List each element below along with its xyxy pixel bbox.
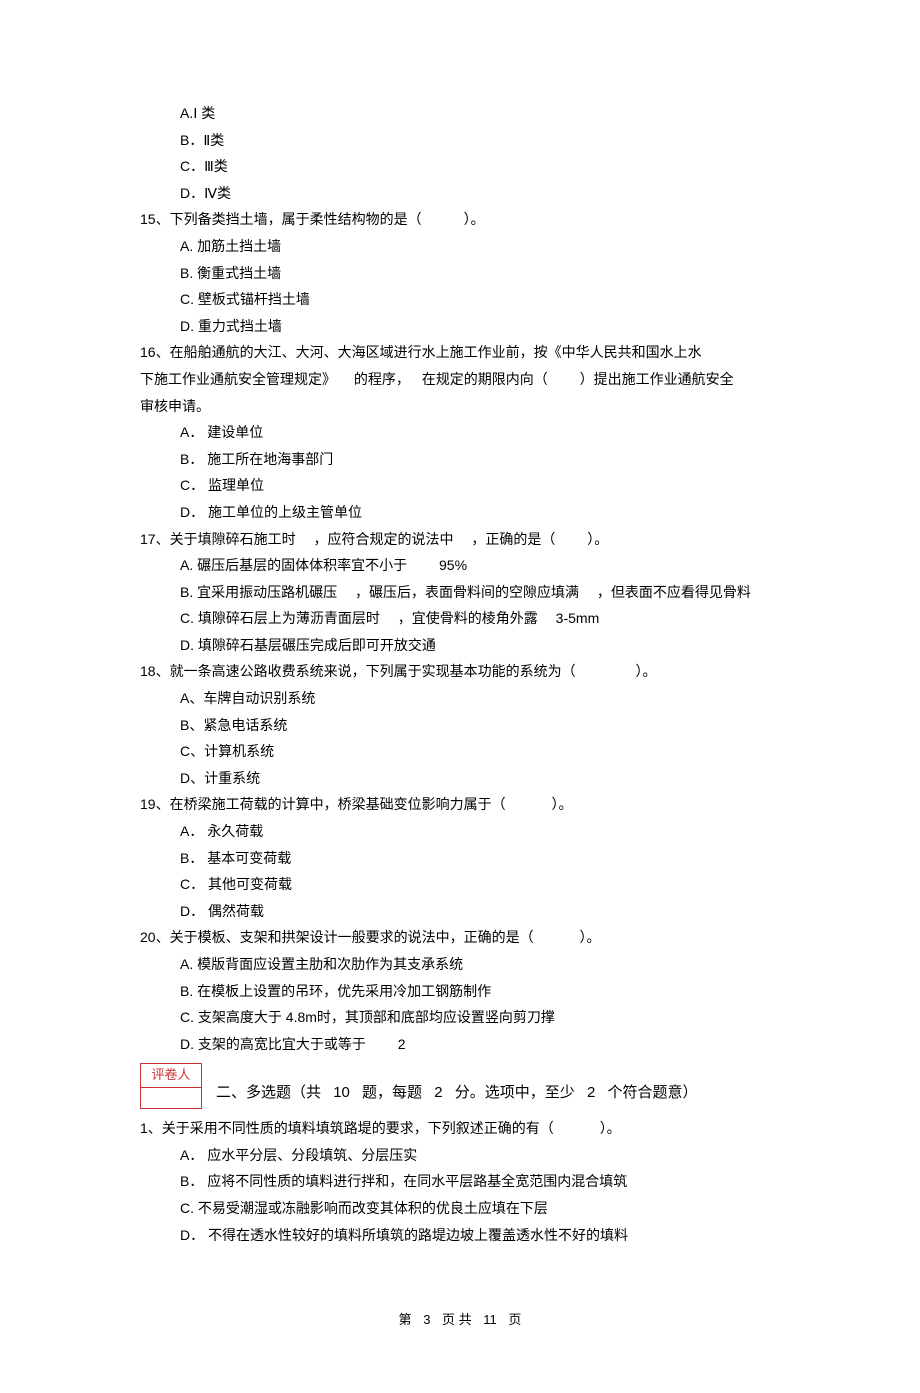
s2q1-opt-c: C. 不易受潮湿或冻融影响而改变其体积的优良土应填在下层 [140,1195,780,1222]
q15-opt-d: D. 重力式挡土墙 [140,313,780,340]
q18-opt-c: C、计算机系统 [140,738,780,765]
q16-line2: 下施工作业通航安全管理规定》 的程序， 在规定的期限内向（ ）提出施工作业通航安… [140,366,780,393]
q20-stem-a: 20、关于模板、支架和拱架设计一般要求的说法中，正确的是（ [140,929,534,945]
s2-c: 题，每题 [362,1084,422,1101]
q19-opt-d: D． 偶然荷载 [140,898,780,925]
section2-header: 评卷人 二、多选题（共 10 题，每题 2 分。选项中，至少 2 个符合题意） [140,1063,780,1109]
q17-b-c: ，但表面不应看得见骨料 [597,584,751,600]
q16-opt-d: D． 施工单位的上级主管单位 [140,499,780,526]
q17-c-a: C. 填隙碎石层上为薄沥青面层时 [180,610,380,626]
q17-stem-d: ）。 [587,531,608,547]
q20-stem-b: ）。 [579,929,600,945]
q20-d-a: D. 支架的高宽比宜大于或等于 [180,1036,366,1052]
q16-opt-b: B． 施工所在地海事部门 [140,446,780,473]
q18-opt-b: B、紧急电话系统 [140,712,780,739]
q19-stem-a: 19、在桥梁施工荷载的计算中，桥梁基础变位影响力属于（ [140,796,506,812]
grader-box: 评卷人 [140,1063,202,1109]
q17-opt-d: D. 填隙碎石基层碾压完成后即可开放交通 [140,632,780,659]
q18-stem-b: ）。 [635,663,656,679]
q20-d-b: 2 [398,1036,406,1052]
q15-stem: 15、下列备类挡土墙，属于柔性结构物的是（ ）。 [140,206,780,233]
q20-stem: 20、关于模板、支架和拱架设计一般要求的说法中，正确的是（ ）。 [140,924,780,951]
q16-line1: 16、在船舶通航的大江、大河、大海区域进行水上施工作业前，按《中华人民共和国水上… [140,339,780,366]
q17-c-b: ，宜使骨料的棱角外露 [398,610,538,626]
q18-stem-a: 18、就一条高速公路收费系统来说，下列属于实现基本功能的系统为（ [140,663,576,679]
s2-f: 2 [587,1084,595,1101]
q16-line3: 审核申请。 [140,393,780,420]
footer-b: 3 [423,1312,430,1327]
s2-b: 10 [333,1084,350,1101]
q15-opt-a: A. 加筋土挡土墙 [140,233,780,260]
q20-opt-c: C. 支架高度大于 4.8m时，其顶部和底部均应设置竖向剪刀撑 [140,1004,780,1031]
q18-opt-a: A、车牌自动识别系统 [140,685,780,712]
q18-opt-d: D、计重系统 [140,765,780,792]
s2q1-stem: 1、关于采用不同性质的填料填筑路堤的要求，下列叙述正确的有（ ）。 [140,1115,780,1142]
q20-opt-d: D. 支架的高宽比宜大于或等于 2 [140,1031,780,1058]
q15-opt-b: B. 衡重式挡土墙 [140,260,780,287]
q20-opt-a: A. 模版背面应设置主肋和次肋作为其支承系统 [140,951,780,978]
q14-opt-c: C．Ⅲ类 [140,153,780,180]
footer-e: 页 [508,1312,521,1327]
s2q1-stem-b: ）。 [600,1120,621,1136]
q16-line2c: 在规定的期限内向（ [422,371,548,387]
section2-title: 二、多选题（共 10 题，每题 2 分。选项中，至少 2 个符合题意） [216,1079,697,1110]
q17-a-a: A. 碾压后基层的固体体积率宜不小于 [180,557,407,573]
q14-opt-b: B．Ⅱ类 [140,127,780,154]
q17-opt-a: A. 碾压后基层的固体体积率宜不小于 95% [140,552,780,579]
footer-a: 第 [399,1312,412,1327]
q15-stem-a: 15、下列备类挡土墙，属于柔性结构物的是（ [140,211,422,227]
q19-stem: 19、在桥梁施工荷载的计算中，桥梁基础变位影响力属于（ ）。 [140,791,780,818]
q16-line2a: 下施工作业通航安全管理规定》 [140,371,336,387]
q19-stem-b: ）。 [551,796,572,812]
q17-b-b: ，碾压后，表面骨料间的空隙应填满 [355,584,579,600]
q17-opt-c: C. 填隙碎石层上为薄沥青面层时 ，宜使骨料的棱角外露 3-5mm [140,605,780,632]
s2-g: 个符合题意） [607,1084,697,1101]
q17-stem: 17、关于填隙碎石施工时 ，应符合规定的说法中 ，正确的是（ ）。 [140,526,780,553]
q17-a-b: 95% [439,557,467,573]
q16-opt-c: C． 监理单位 [140,472,780,499]
q19-opt-c: C． 其他可变荷载 [140,871,780,898]
footer-c: 页 共 [442,1312,472,1327]
q16-opt-a: A． 建设单位 [140,419,780,446]
q17-c-c: 3-5mm [556,610,600,626]
s2-d: 2 [434,1084,442,1101]
q19-opt-b: B． 基本可变荷载 [140,845,780,872]
q18-stem: 18、就一条高速公路收费系统来说，下列属于实现基本功能的系统为（ ）。 [140,658,780,685]
grader-label: 评卷人 [141,1064,201,1088]
q17-b-a: B. 宜采用振动压路机碾压 [180,584,337,600]
q19-opt-a: A． 永久荷载 [140,818,780,845]
s2-e: 分。选项中，至少 [455,1084,575,1101]
q20-opt-b: B. 在模板上设置的吊环，优先采用冷加工钢筋制作 [140,978,780,1005]
q14-opt-d: D．Ⅳ类 [140,180,780,207]
q17-stem-b: ，应符合规定的说法中 [313,531,453,547]
s2q1-opt-b: B． 应将不同性质的填料进行拌和，在同水平层路基全宽范围内混合填筑 [140,1168,780,1195]
q17-opt-b: B. 宜采用振动压路机碾压 ，碾压后，表面骨料间的空隙应填满 ，但表面不应看得见… [140,579,780,606]
s2q1-opt-d: D． 不得在透水性较好的填料所填筑的路堤边坡上覆盖透水性不好的填料 [140,1222,780,1249]
q15-stem-b: ）。 [464,211,485,227]
footer-d: 11 [483,1312,497,1327]
s2q1-opt-a: A． 应水平分层、分段填筑、分层压实 [140,1142,780,1169]
grader-blank [141,1088,201,1108]
q16-line2b: 的程序， [354,371,410,387]
q17-stem-c: ，正确的是（ [471,531,555,547]
q14-opt-a: A.Ⅰ 类 [140,100,780,127]
q17-stem-a: 17、关于填隙碎石施工时 [140,531,296,547]
q16-line2d: ）提出施工作业通航安全 [580,371,734,387]
page-footer: 第 3 页 共 11 页 [140,1308,780,1333]
s2-a: 二、多选题（共 [216,1084,321,1101]
s2q1-stem-a: 1、关于采用不同性质的填料填筑路堤的要求，下列叙述正确的有（ [140,1120,554,1136]
q15-opt-c: C. 壁板式锚杆挡土墙 [140,286,780,313]
